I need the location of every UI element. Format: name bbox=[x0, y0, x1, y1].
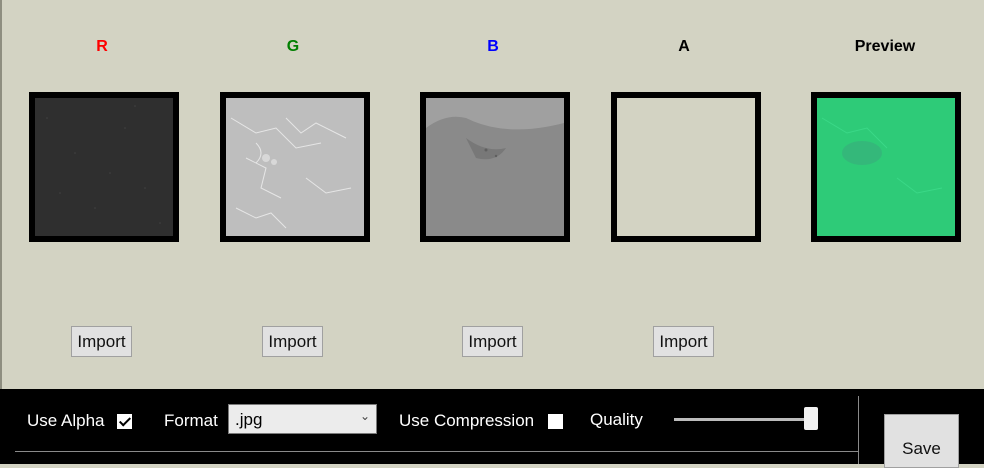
use-compression-checkbox[interactable] bbox=[548, 414, 563, 429]
quality-label: Quality bbox=[590, 410, 643, 429]
b-channel-image bbox=[420, 92, 570, 242]
footer-toolbar: Use Alpha Format .jpg ⌄ Use Compression … bbox=[0, 389, 984, 468]
chevron-down-icon: ⌄ bbox=[359, 409, 370, 423]
format-label: Format bbox=[164, 411, 218, 430]
format-select[interactable]: .jpg ⌄ bbox=[228, 404, 377, 434]
g-channel-image bbox=[220, 92, 370, 242]
use-alpha-label: Use Alpha bbox=[27, 411, 105, 430]
preview-label: Preview bbox=[854, 38, 916, 55]
r-channel-image bbox=[29, 92, 179, 242]
divider bbox=[858, 396, 859, 464]
a-channel-label: A bbox=[678, 38, 690, 55]
b-channel-label: B bbox=[487, 38, 499, 55]
a-channel-image bbox=[611, 92, 761, 242]
use-alpha-checkbox[interactable] bbox=[117, 414, 132, 429]
preview-image bbox=[811, 92, 961, 242]
a-import-button[interactable]: Import bbox=[653, 326, 714, 357]
r-import-button[interactable]: Import bbox=[71, 326, 132, 357]
format-select-value: .jpg bbox=[235, 410, 263, 429]
quality-slider-thumb[interactable] bbox=[804, 407, 818, 430]
quality-slider-track[interactable] bbox=[674, 418, 814, 421]
r-channel-label: R bbox=[96, 38, 108, 55]
use-compression-label: Use Compression bbox=[399, 411, 535, 430]
b-import-button[interactable]: Import bbox=[462, 326, 523, 357]
g-channel-label: G bbox=[286, 38, 300, 55]
divider bbox=[15, 451, 858, 452]
save-button[interactable]: Save bbox=[884, 414, 959, 468]
g-import-button[interactable]: Import bbox=[262, 326, 323, 357]
